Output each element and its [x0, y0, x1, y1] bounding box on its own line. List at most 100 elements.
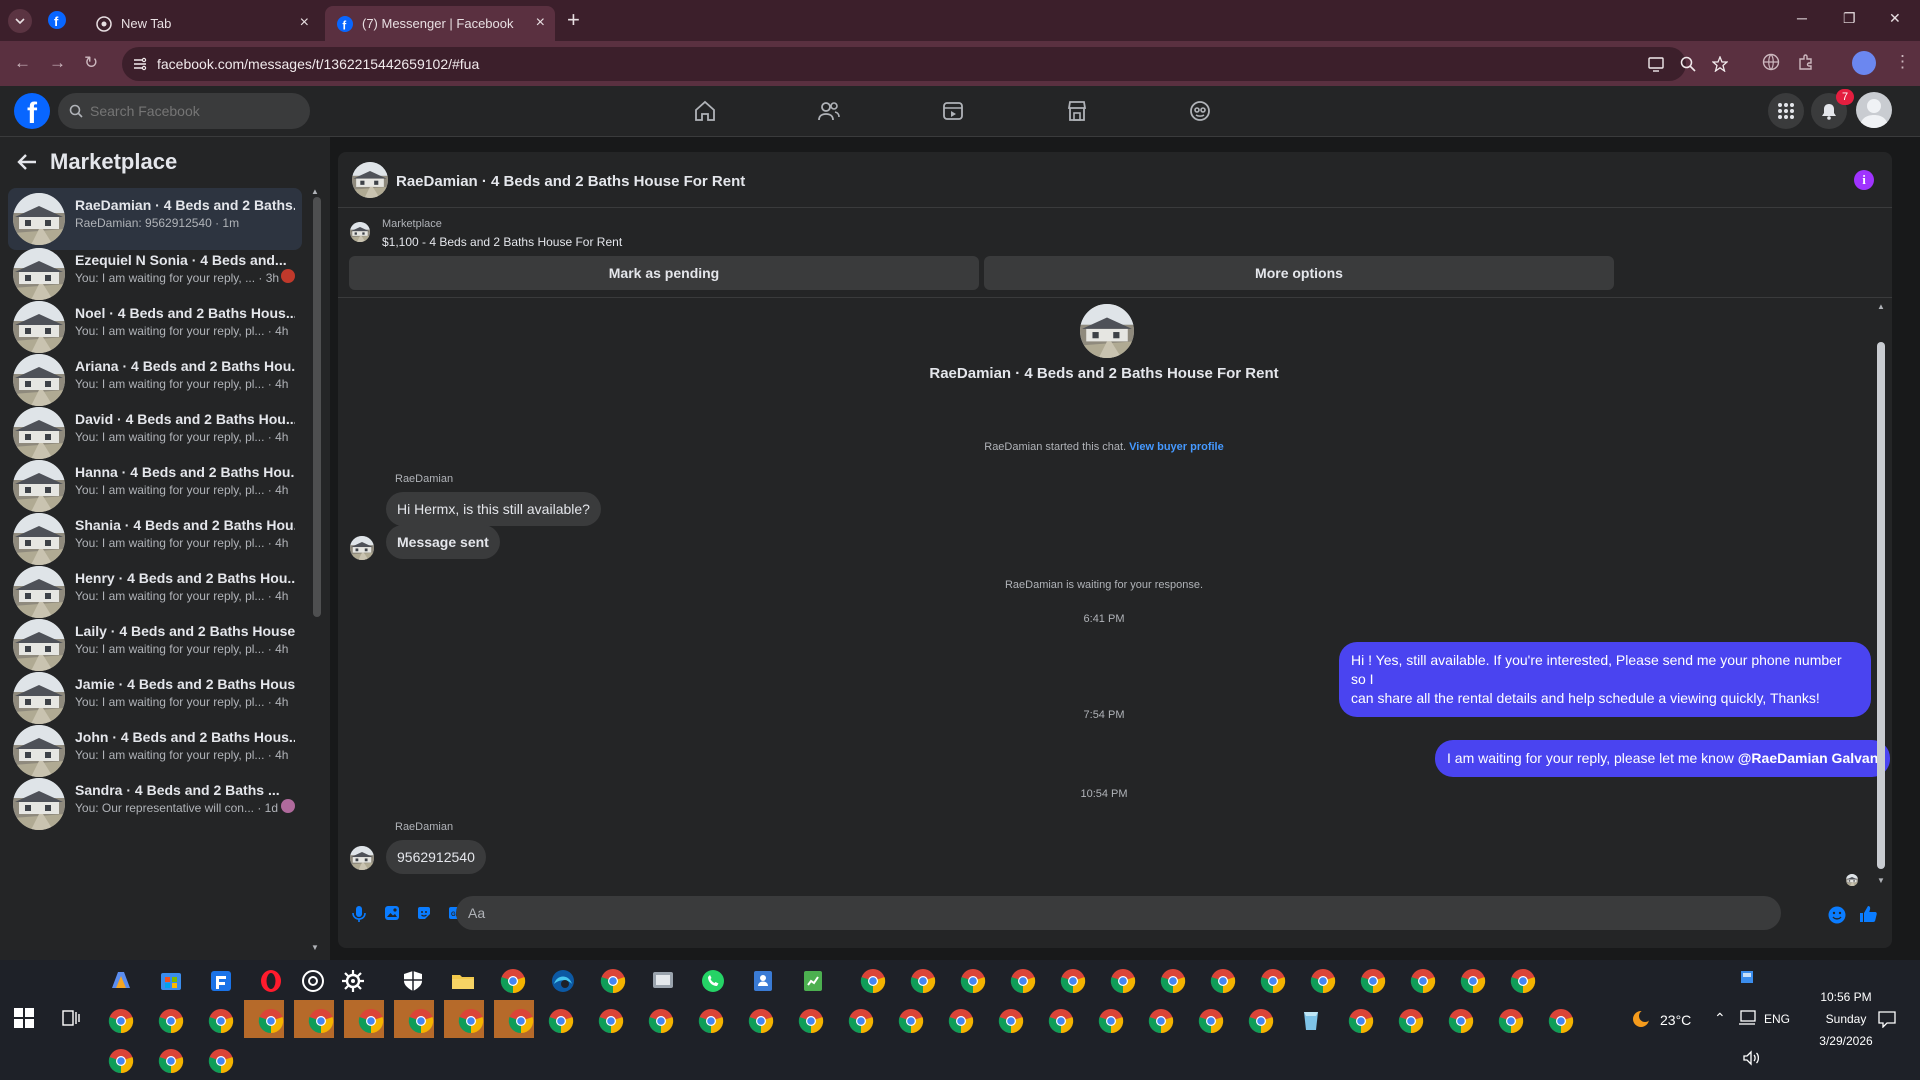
chrome-icon[interactable] — [898, 1008, 928, 1038]
tab-new-tab[interactable]: New Tab × — [84, 6, 319, 41]
taskbar-app-icon[interactable] — [750, 968, 780, 998]
install-app-icon[interactable] — [1648, 56, 1664, 72]
taskbar-app-icon[interactable] — [700, 968, 730, 998]
reload-icon[interactable]: ↻ — [84, 54, 98, 71]
chrome-icon[interactable] — [508, 1008, 538, 1038]
chrome-icon[interactable] — [1110, 968, 1140, 998]
chrome-icon[interactable] — [1398, 1008, 1428, 1038]
chrome-icon[interactable] — [1548, 1008, 1578, 1038]
photo-icon[interactable] — [384, 905, 400, 921]
outgoing-message[interactable]: Hi ! Yes, still available. If you're int… — [1339, 642, 1871, 717]
chrome-icon[interactable] — [1410, 968, 1440, 998]
sidebar-scrollbar[interactable] — [313, 197, 321, 617]
taskbar-app-icon[interactable] — [108, 968, 138, 998]
taskbar-app-icon[interactable] — [800, 968, 830, 998]
incoming-message[interactable]: 9562912540 — [386, 840, 486, 874]
start-button[interactable] — [14, 1008, 34, 1028]
sender-avatar[interactable] — [350, 846, 374, 870]
language-indicator[interactable]: ENG — [1764, 1012, 1790, 1026]
emoji-icon[interactable] — [1828, 906, 1846, 924]
chrome-icon[interactable] — [1048, 1008, 1078, 1038]
chrome-icon[interactable] — [598, 1008, 628, 1038]
chrome-icon[interactable] — [860, 968, 890, 998]
minimize-icon[interactable]: ─ — [1797, 10, 1807, 26]
chrome-icon[interactable] — [1448, 1008, 1478, 1038]
chrome-icon[interactable] — [910, 968, 940, 998]
taskbar-app-icon[interactable] — [208, 968, 238, 998]
marketplace-icon[interactable] — [1065, 99, 1089, 123]
taskbar-app-icon[interactable] — [158, 968, 188, 998]
scroll-up-arrow[interactable]: ▲ — [311, 187, 319, 196]
home-icon[interactable] — [693, 99, 717, 123]
chrome-icon[interactable] — [358, 1008, 388, 1038]
conversation-item[interactable]: RaeDamian · 4 Beds and 2 Baths... RaeDami… — [8, 188, 302, 250]
back-icon[interactable]: ← — [14, 54, 31, 71]
conversation-item[interactable]: Sandra · 4 Beds and 2 Baths ... You: Our … — [8, 773, 302, 835]
show-hidden-icons[interactable]: ⌃ — [1714, 1010, 1726, 1027]
chrome-icon[interactable] — [1148, 1008, 1178, 1038]
url-text[interactable]: facebook.com/messages/t/1362215442659102… — [157, 56, 479, 72]
incoming-message[interactable]: Hi Hermx, is this still available? — [386, 492, 601, 526]
profile-avatar[interactable] — [1852, 51, 1876, 75]
friends-icon[interactable] — [817, 99, 841, 123]
chrome-icon[interactable] — [1098, 1008, 1128, 1038]
weather-temperature[interactable]: 23°C — [1660, 1012, 1691, 1028]
message-input[interactable] — [456, 896, 1781, 930]
chrome-icon[interactable] — [798, 1008, 828, 1038]
taskbar-app-icon[interactable] — [1298, 1008, 1328, 1038]
scroll-down-arrow[interactable]: ▼ — [1877, 876, 1885, 885]
volume-icon[interactable] — [1742, 1050, 1760, 1066]
chrome-icon[interactable] — [1060, 968, 1090, 998]
chrome-icon[interactable] — [1310, 968, 1340, 998]
chrome-icon[interactable] — [208, 1048, 238, 1078]
address-bar[interactable]: facebook.com/messages/t/1362215442659102… — [122, 47, 1728, 81]
more-options-button[interactable]: More options — [984, 256, 1614, 290]
bookmark-star-icon[interactable] — [1712, 56, 1728, 72]
chrome-icon[interactable] — [848, 1008, 878, 1038]
chrome-icon[interactable] — [408, 1008, 438, 1038]
site-info-icon[interactable] — [132, 56, 148, 72]
close-window-icon[interactable]: ✕ — [1889, 10, 1901, 27]
menu-icon[interactable]: ⋮ — [1894, 53, 1911, 70]
chrome-icon[interactable] — [1498, 1008, 1528, 1038]
clock-day[interactable]: Sunday — [1806, 1012, 1886, 1026]
taskbar-app-icon[interactable] — [340, 968, 370, 998]
search-box[interactable] — [58, 93, 310, 129]
chrome-icon[interactable] — [698, 1008, 728, 1038]
outgoing-message[interactable]: I am waiting for your reply, please let … — [1435, 740, 1891, 777]
translate-icon[interactable] — [1762, 53, 1780, 71]
tray-app-icon[interactable] — [1740, 970, 1754, 984]
forward-icon[interactable]: → — [49, 54, 66, 71]
clock-time[interactable]: 10:56 PM — [1806, 990, 1886, 1004]
back-arrow-icon[interactable] — [16, 151, 38, 173]
sender-avatar[interactable] — [350, 536, 374, 560]
network-icon[interactable] — [1738, 1010, 1756, 1026]
chrome-icon[interactable] — [108, 1048, 138, 1078]
new-tab-button[interactable]: + — [567, 9, 580, 31]
chrome-icon[interactable] — [548, 1008, 578, 1038]
listing-thumbnail[interactable] — [350, 222, 370, 242]
chrome-icon[interactable] — [1198, 1008, 1228, 1038]
info-icon[interactable]: i — [1854, 170, 1874, 190]
chrome-icon[interactable] — [1010, 968, 1040, 998]
weather-icon[interactable] — [1630, 1008, 1652, 1030]
notification-center-icon[interactable] — [1878, 1010, 1896, 1028]
chrome-icon[interactable] — [1248, 1008, 1278, 1038]
chrome-icon[interactable] — [500, 968, 530, 998]
video-icon[interactable] — [941, 99, 965, 123]
conversation-avatar[interactable] — [352, 162, 388, 198]
taskbar-app-icon[interactable] — [400, 968, 430, 998]
taskbar-app-icon[interactable] — [550, 968, 580, 998]
chrome-icon[interactable] — [1348, 1008, 1378, 1038]
close-tab-icon[interactable]: × — [536, 15, 545, 31]
taskbar-app-icon[interactable] — [300, 968, 330, 998]
view-buyer-profile-link[interactable]: View buyer profile — [1129, 441, 1224, 453]
chrome-icon[interactable] — [1210, 968, 1240, 998]
taskbar-app-icon[interactable] — [450, 968, 480, 998]
chrome-icon[interactable] — [1360, 968, 1390, 998]
extensions-icon[interactable] — [1797, 53, 1815, 71]
chat-scrollbar[interactable] — [1877, 342, 1885, 869]
microphone-icon[interactable] — [352, 905, 366, 923]
chrome-icon[interactable] — [648, 1008, 678, 1038]
tab-messenger[interactable]: f (7) Messenger | Facebook × — [325, 6, 555, 41]
